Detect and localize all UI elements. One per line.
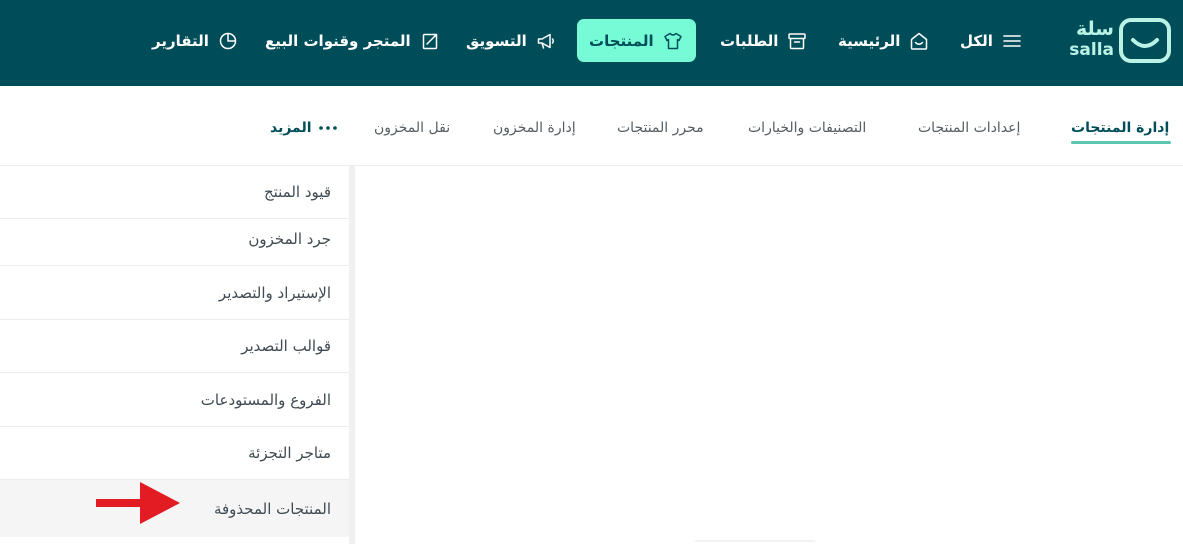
archive-box-icon: [788, 32, 807, 49]
tab-more[interactable]: المزيد: [270, 117, 338, 139]
nav-home[interactable]: الرئيسية: [838, 19, 930, 62]
nav-products[interactable]: المنتجات: [577, 19, 696, 62]
nav-orders[interactable]: الطلبات: [720, 19, 808, 62]
megaphone-icon: [537, 33, 554, 49]
more-dots-icon: [318, 126, 337, 130]
shirt-icon: [663, 32, 682, 49]
pie-chart-icon: [219, 32, 237, 49]
menu-item-inventory-count[interactable]: جرد المخزون: [0, 213, 349, 266]
menu-item-product-constraints[interactable]: قيود المنتج: [0, 166, 349, 219]
nav-store-channels-label: المتجر وقنوات البيع: [265, 31, 411, 50]
salla-logo[interactable]: سلة salla: [1066, 18, 1172, 64]
home-icon: [911, 32, 928, 50]
top-navigation-bar: سلة salla الكل الرئيسية الطلبات المنتجات: [0, 0, 1183, 86]
menu-item-import-export[interactable]: الإستيراد والتصدير: [0, 267, 349, 320]
menu-item-retail-stores[interactable]: متاجر التجزئة: [0, 427, 349, 480]
nav-marketing-label: التسويق: [466, 31, 527, 50]
nav-all-menu[interactable]: الكل: [960, 19, 1023, 62]
red-arrow-icon: [96, 482, 180, 524]
tab-more-label: المزيد: [270, 120, 312, 136]
menu-item-export-templates[interactable]: قوالب التصدير: [0, 320, 349, 373]
nav-reports-label: التقارير: [152, 31, 209, 50]
tab-inventory-transfer[interactable]: نقل المخزون: [374, 117, 450, 139]
content-footer-line: [695, 540, 815, 542]
active-tab-indicator: [1071, 141, 1171, 144]
nav-reports[interactable]: التقارير: [152, 19, 239, 62]
nav-marketing[interactable]: التسويق: [466, 19, 557, 62]
tab-product-editor[interactable]: محرر المنتجات: [617, 117, 704, 139]
nav-products-label: المنتجات: [589, 31, 654, 50]
main-content-area: [355, 166, 1183, 544]
nav-all-label: الكل: [960, 31, 993, 50]
tab-product-management[interactable]: إدارة المنتجات: [1071, 117, 1169, 139]
salla-logo-mark: [1119, 18, 1171, 63]
nav-home-label: الرئيسية: [838, 31, 901, 50]
store-channels-icon: [422, 33, 437, 49]
brand-name-latin: salla: [1069, 40, 1114, 60]
nav-store-channels[interactable]: المتجر وقنوات البيع: [265, 19, 441, 62]
menu-item-branches-warehouses[interactable]: الفروع والمستودعات: [0, 374, 349, 427]
nav-orders-label: الطلبات: [720, 31, 779, 50]
hamburger-menu-icon: [1003, 34, 1021, 47]
tab-inventory-management[interactable]: إدارة المخزون: [493, 117, 576, 139]
tab-categories-options[interactable]: التصنيفات والخيارات: [748, 117, 866, 139]
tab-product-settings[interactable]: إعدادات المنتجات: [918, 117, 1020, 139]
brand-name-arabic: سلة: [1076, 18, 1114, 40]
